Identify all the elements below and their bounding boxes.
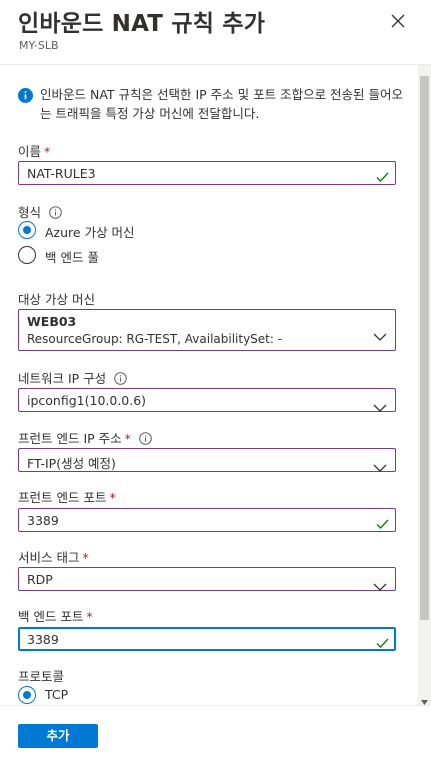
chevron-down-icon: [373, 326, 387, 341]
frontend-ip-label: 프런트 엔드 IP 주소 *: [18, 428, 152, 447]
radio-backend-pool[interactable]: 백 엔드 풀: [18, 245, 218, 265]
radio-label: Azure 가상 머신: [45, 225, 135, 240]
target-vm-label-text: 대상 가상 머신: [18, 292, 95, 307]
close-icon[interactable]: [388, 11, 408, 31]
required-marker: *: [44, 144, 51, 159]
backend-port-input[interactable]: 3389: [18, 627, 396, 651]
backend-port-value: 3389: [27, 632, 59, 647]
chevron-down-icon: [373, 576, 387, 591]
info-circle-icon[interactable]: [139, 432, 152, 445]
checkmark-icon: [376, 168, 389, 183]
radio-label: TCP: [45, 687, 69, 702]
name-label: 이름 *: [18, 141, 50, 160]
nic-ip-label: 네트워크 IP 구성: [18, 368, 127, 387]
radio-circle: [18, 686, 36, 704]
checkmark-icon: [376, 515, 389, 530]
protocol-label: 프로토콜: [18, 666, 64, 685]
service-tag-dropdown[interactable]: RDP: [18, 567, 396, 591]
frontend-ip-dropdown[interactable]: FT-IP(생성 예정): [18, 448, 396, 472]
backend-port-label: 백 엔드 포트 *: [18, 606, 93, 625]
radio-circle: [18, 246, 36, 264]
target-vm-detail: ResourceGroup: RG-TEST, AvailabilitySet:…: [27, 332, 283, 346]
frontend-ip-value: FT-IP(생성 예정): [27, 456, 116, 471]
scroll-down-arrow-icon[interactable]: [421, 690, 428, 705]
chevron-down-icon: [373, 397, 387, 412]
target-vm-value: WEB03: [27, 314, 77, 329]
scroll-thumb[interactable]: [420, 76, 429, 620]
service-tag-label-text: 서비스 태그: [18, 550, 80, 565]
type-label: 형식: [18, 202, 62, 221]
type-label-text: 형식: [18, 205, 42, 220]
radio-azure-vm[interactable]: Azure 가상 머신: [18, 220, 218, 240]
radio-circle: [18, 221, 36, 239]
frontend-port-input[interactable]: 3389: [18, 508, 396, 532]
service-tag-label: 서비스 태그 *: [18, 547, 89, 566]
required-marker: *: [86, 609, 93, 624]
required-marker: *: [124, 431, 131, 446]
vertical-scrollbar[interactable]: [418, 65, 431, 705]
footer-divider: [0, 705, 431, 706]
form-content[interactable]: 인바운드 NAT 규칙은 선택한 IP 주소 및 포트 조합으로 전송된 들어오…: [0, 65, 418, 705]
info-circle-icon[interactable]: [49, 206, 62, 219]
frontend-ip-label-text: 프런트 엔드 IP 주소: [18, 431, 122, 446]
required-marker: *: [109, 490, 116, 505]
info-text: 인바운드 NAT 규칙은 선택한 IP 주소 및 포트 조합으로 전송된 들어오…: [40, 87, 404, 121]
info-icon: [18, 88, 33, 103]
protocol-label-text: 프로토콜: [18, 669, 65, 684]
page-subtitle: MY-SLB: [19, 39, 59, 52]
nic-ip-value: ipconfig1(10.0.0.6): [27, 393, 147, 408]
required-marker: *: [82, 550, 89, 565]
radio-label: 백 엔드 풀: [45, 250, 99, 265]
target-vm-label: 대상 가상 머신: [18, 289, 95, 308]
frontend-port-value: 3389: [27, 513, 59, 528]
frontend-port-label-text: 프런트 엔드 포트: [18, 490, 107, 505]
checkmark-icon: [376, 634, 389, 649]
name-value: NAT-RULE3: [27, 166, 96, 181]
scroll-up-arrow-icon[interactable]: [421, 67, 428, 82]
page-title: 인바운드 NAT 규칙 추가: [18, 11, 266, 37]
info-circle-icon[interactable]: [114, 372, 127, 385]
backend-port-label-text: 백 엔드 포트: [18, 609, 84, 624]
blade-header: 인바운드 NAT 규칙 추가 MY-SLB: [0, 0, 431, 62]
radio-tcp[interactable]: TCP: [18, 685, 218, 705]
chevron-down-icon: [373, 457, 387, 472]
frontend-port-label: 프런트 엔드 포트 *: [18, 487, 116, 506]
name-input[interactable]: NAT-RULE3: [18, 161, 396, 185]
nic-ip-label-text: 네트워크 IP 구성: [18, 371, 107, 386]
service-tag-value: RDP: [27, 572, 53, 587]
name-label-text: 이름: [18, 144, 42, 159]
target-vm-dropdown[interactable]: WEB03 ResourceGroup: RG-TEST, Availabili…: [18, 309, 396, 351]
add-button[interactable]: 추가: [18, 724, 98, 748]
nic-ip-dropdown[interactable]: ipconfig1(10.0.0.6): [18, 388, 396, 412]
